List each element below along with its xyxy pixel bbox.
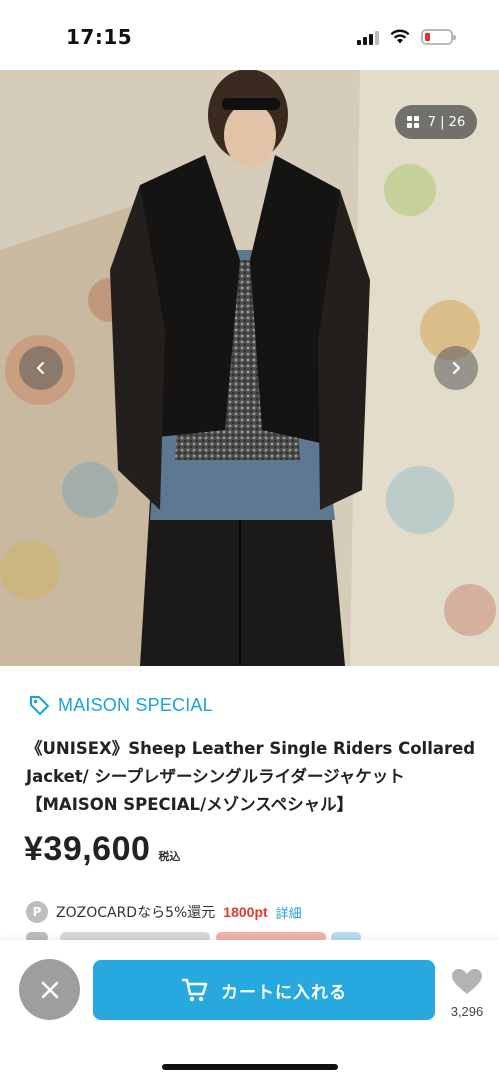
image-counter[interactable]: 7 | 26	[395, 105, 477, 139]
bottom-action-bar: カートに入れる 3,296	[0, 940, 499, 1080]
brand-link[interactable]: MAISON SPECIAL	[28, 694, 213, 716]
product-title-line: Jacket/ シープレザーシングルライダージャケット	[26, 767, 405, 786]
brand-name: MAISON SPECIAL	[58, 694, 213, 715]
cart-icon	[181, 978, 208, 1002]
cellular-signal-icon	[357, 31, 381, 45]
tax-label: 税込	[158, 850, 181, 863]
product-title-line: 【MAISON SPECIAL/メゾンスペシャル】	[26, 795, 354, 814]
home-indicator[interactable]	[162, 1064, 338, 1070]
close-icon	[41, 981, 58, 998]
price-row: ¥39,600 税込	[24, 830, 180, 869]
product-image[interactable]: 7 | 26	[0, 70, 499, 666]
image-counter-text: 7 | 26	[427, 114, 466, 130]
product-price: ¥39,600	[24, 830, 151, 868]
status-bar: 17:15	[0, 0, 499, 70]
chevron-right-icon	[452, 361, 461, 375]
chevron-left-icon	[36, 361, 45, 375]
status-time: 17:15	[66, 25, 133, 49]
points-row: P ZOZOCARDなら5%還元 1800pt 詳細	[26, 901, 302, 923]
partially-hidden-row	[26, 930, 386, 940]
favorite-count: 3,296	[450, 1004, 484, 1019]
product-photo	[0, 70, 499, 666]
close-button[interactable]	[19, 959, 80, 1020]
product-title: 《UNISEX》Sheep Leather Single Riders Coll…	[26, 735, 476, 819]
favorite-button[interactable]: 3,296	[445, 968, 489, 1019]
battery-icon	[421, 29, 456, 45]
next-image-button[interactable]	[434, 346, 478, 390]
previous-image-button[interactable]	[19, 346, 63, 390]
points-text: ZOZOCARDなら5%還元	[56, 905, 216, 921]
add-to-cart-button[interactable]: カートに入れる	[93, 960, 435, 1020]
add-to-cart-label: カートに入れる	[221, 982, 347, 1003]
points-detail-link[interactable]: 詳細	[276, 903, 302, 922]
points-badge-icon: P	[26, 901, 48, 923]
points-amount: 1800pt	[223, 904, 268, 920]
product-title-line: 《UNISEX》Sheep Leather Single Riders Coll…	[26, 739, 476, 758]
wifi-icon	[390, 29, 410, 44]
grid-icon	[406, 115, 420, 129]
heart-icon	[452, 969, 482, 994]
tag-icon	[30, 696, 49, 715]
